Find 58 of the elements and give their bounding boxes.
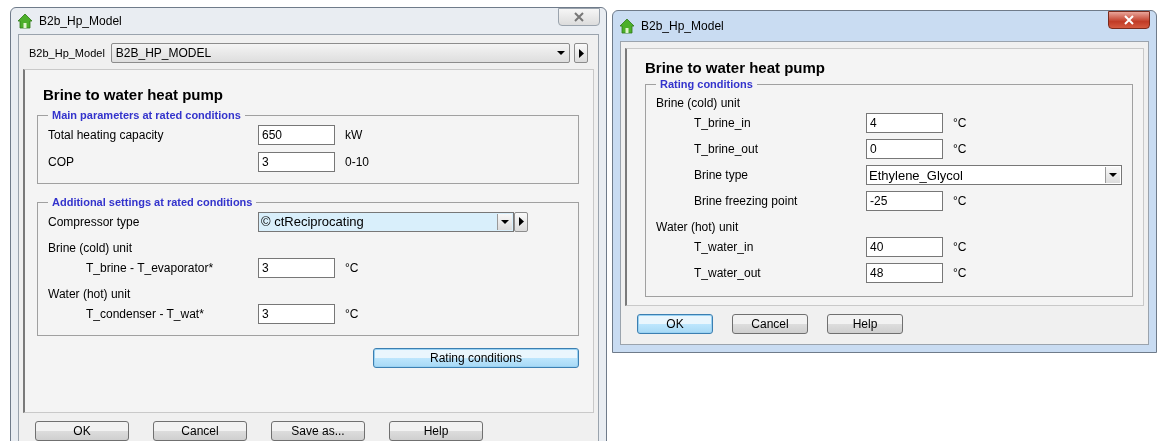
dropdown[interactable]: Ethylene_Glycol [866,165,1122,185]
unit-label: °C [953,194,967,208]
input-field[interactable]: 3 [258,258,335,278]
dialog-button[interactable]: OK [637,314,713,334]
caret-icon [1109,173,1117,177]
section-label: Water (hot) unit [48,287,132,301]
triangle-right-icon [518,217,524,226]
section-label: Brine (cold) unit [656,96,742,110]
field-label: Brine freezing point [694,194,799,208]
close-button[interactable] [1108,11,1150,29]
close-icon [1124,15,1134,25]
dialog-button[interactable]: Help [827,314,903,334]
input-field[interactable]: 0 [866,139,943,159]
field-label: Brine type [694,168,750,182]
field-label: T_water_in [694,240,755,254]
section-label: Brine (cold) unit [48,241,134,255]
house-icon [619,18,635,34]
input-field[interactable]: -25 [866,191,943,211]
field-label: Compressor type [48,214,141,229]
unit-label: 0-10 [345,154,370,169]
model-label: B2b_Hp_Model [29,47,105,59]
field-label: COP [48,154,75,169]
window-title: B2b_Hp_Model [641,19,725,33]
field-label: T_brine - T_evaporator* [86,261,215,275]
form-heading: Brine to water heat pump [42,85,225,105]
group-title: Rating conditions [659,78,754,90]
unit-label: °C [953,266,967,280]
field-label: T_brine_in [694,116,752,130]
triangle-right-icon [578,48,584,58]
expand-button[interactable] [514,211,528,232]
unit-label: °C [345,307,359,321]
unit-label: °C [953,240,967,254]
section-label: Water (hot) unit [656,220,740,234]
caret-icon [501,219,509,224]
dialog-button[interactable]: Cancel [732,314,808,334]
input-field[interactable]: 40 [866,237,943,257]
unit-label: °C [953,116,967,130]
group-title: Additional settings at rated conditions [51,196,254,208]
input-field[interactable]: 650 [258,124,335,145]
field-label: Total heating capacity [48,127,165,142]
input-field[interactable]: 48 [866,263,943,283]
close-icon [574,12,584,22]
input-field[interactable]: 4 [866,113,943,133]
field-label: T_water_out [694,266,762,280]
house-icon [17,13,33,29]
window-title: B2b_Hp_Model [39,14,123,28]
unit-label: kW [345,127,363,142]
input-field[interactable]: 3 [258,151,335,172]
form-heading: Brine to water heat pump [645,58,827,78]
input-field[interactable]: 3 [258,304,335,324]
field-label: T_brine_out [694,142,760,156]
group-title: Main parameters at rated conditions [51,109,242,121]
dropdown[interactable]: © ctReciprocating [258,211,514,232]
unit-label: °C [953,142,967,156]
rating-conditions-button[interactable]: Rating conditions [373,348,579,368]
field-label: T_condenser - T_wat* [86,307,205,321]
unit-label: °C [345,261,359,275]
caret-icon [557,51,565,55]
